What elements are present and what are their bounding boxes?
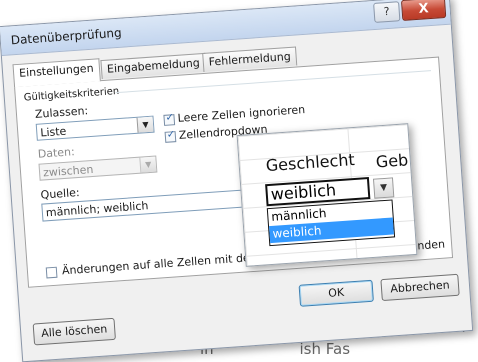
check-icon: ✓ <box>165 112 175 124</box>
source-label: Quelle: <box>40 185 81 202</box>
dialog-title: Datenüberprüfung <box>10 25 123 48</box>
ok-button[interactable]: OK <box>298 279 374 307</box>
clear-all-button[interactable]: Alle löschen <box>32 317 116 346</box>
ignore-blank-label: Leere Zellen ignorieren <box>177 103 306 125</box>
chevron-down-icon[interactable]: ▼ <box>136 116 154 133</box>
title-bar: Datenüberprüfung ? X <box>0 0 451 57</box>
cancel-button[interactable]: Abbrechen <box>380 273 460 302</box>
close-button[interactable]: X <box>400 0 447 22</box>
cell-dropdown-button[interactable]: ▼ <box>372 177 395 199</box>
column-header-partial: Geb <box>375 150 409 172</box>
check-icon: ✓ <box>166 129 176 141</box>
data-select-value: zwischen <box>42 162 94 180</box>
allow-label: Zulassen: <box>34 104 89 121</box>
tab-strip: Einstellungen Eingabemeldung Fehlermeldu… <box>12 46 298 88</box>
help-button[interactable]: ? <box>373 1 401 23</box>
data-label: Daten: <box>37 145 76 161</box>
chevron-down-icon: ▼ <box>139 156 157 173</box>
cell-dropdown-checkbox[interactable]: ✓ <box>164 129 177 143</box>
spreadsheet-dropdown-preview: Geschlecht Geb weiblich ▼ männlich weibl… <box>236 123 418 267</box>
allow-select-value: Liste <box>39 124 67 140</box>
ignore-blank-checkbox[interactable]: ✓ <box>163 112 176 126</box>
validation-criteria-label: Gültigkeitskriterien <box>23 85 120 104</box>
apply-all-checkbox[interactable] <box>45 266 58 279</box>
